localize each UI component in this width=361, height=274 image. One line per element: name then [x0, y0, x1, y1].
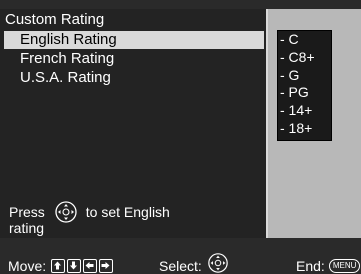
rating-list: - C - C8+ - G - PG - 14+ - 18+ — [277, 30, 332, 141]
menu-item-french-rating[interactable]: French Rating — [4, 50, 264, 68]
menu-title: Custom Rating — [5, 11, 105, 28]
move-hint: Move: — [8, 258, 115, 274]
menu-key-icon: MENU — [328, 259, 361, 273]
select-label: Select: — [159, 258, 202, 274]
arrow-left-icon — [83, 259, 98, 273]
select-dial-icon — [55, 201, 77, 223]
move-label: Move: — [8, 258, 47, 274]
arrow-down-icon — [67, 259, 82, 273]
hint-action: to set English — [85, 204, 170, 220]
end-label: End: — [296, 258, 325, 274]
rating-option[interactable]: - PG — [280, 84, 331, 102]
rating-option[interactable]: - 18+ — [280, 120, 331, 138]
rating-option[interactable]: - C8+ — [280, 49, 331, 67]
menu-item-usa-rating[interactable]: U.S.A. Rating — [4, 69, 264, 87]
arrow-right-icon — [99, 259, 114, 273]
arrow-up-icon — [51, 259, 66, 273]
menu-item-english-rating[interactable]: English Rating — [4, 31, 264, 49]
hint-line2: rating — [9, 220, 45, 236]
rating-option[interactable]: - 14+ — [280, 102, 331, 120]
select-hint: Select: — [159, 253, 229, 274]
select-dial-icon — [208, 253, 228, 273]
bottom-bar: Move: Select: End: MENU — [0, 238, 361, 274]
rating-option[interactable]: - G — [280, 67, 331, 85]
rating-option[interactable]: - C — [280, 31, 331, 49]
end-hint: End: MENU — [296, 258, 361, 274]
help-text: Press to set English rating — [9, 201, 170, 236]
hint-press: Press — [9, 204, 45, 220]
